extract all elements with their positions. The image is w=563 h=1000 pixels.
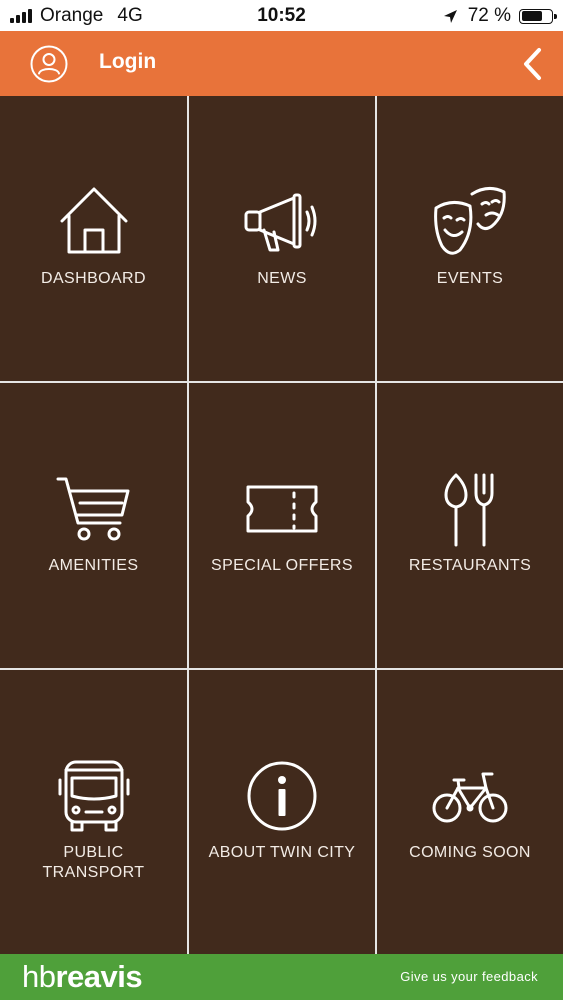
menu-label-coming-soon: COMING SOON <box>409 844 531 861</box>
status-left: Orange 4G <box>10 5 143 27</box>
chevron-left-icon <box>524 48 541 80</box>
menu-tile-about-twin-city[interactable]: ABOUT TWIN CITY <box>189 670 375 954</box>
menu-tile-amenities[interactable]: AMENITIES <box>0 383 187 668</box>
cutlery-icon <box>444 473 494 547</box>
network-type: 4G <box>117 5 143 26</box>
theater-masks-icon <box>434 187 506 255</box>
footer-bar: hbreavis Give us your feedback <box>0 954 563 1000</box>
logo-text-reavis: reavis <box>55 959 143 994</box>
hbreavis-logo: hbreavis <box>22 959 143 995</box>
carrier-name: Orange <box>40 5 104 26</box>
menu-label-restaurants: RESTAURANTS <box>408 557 532 574</box>
info-icon <box>247 761 317 831</box>
menu-tile-public-transport[interactable]: PUBLIC TRANSPORT <box>0 670 187 954</box>
menu-label-public-transport: PUBLIC TRANSPORT <box>42 844 145 881</box>
menu-tile-special-offers[interactable]: SPECIAL OFFERS <box>189 383 375 668</box>
battery-icon <box>519 8 557 24</box>
menu-label-special-offers: SPECIAL OFFERS <box>211 557 353 574</box>
back-button[interactable] <box>517 46 547 82</box>
menu-tile-dashboard[interactable]: DASHBOARD <box>0 96 187 381</box>
ticket-icon <box>246 485 318 533</box>
menu-tile-coming-soon[interactable]: COMING SOON <box>377 670 563 954</box>
user-icon <box>30 45 68 83</box>
logo-text-hb: hb <box>22 959 56 994</box>
menu-grid: DASHBOARD NEWS EVENTS AMENITIES SPECIAL … <box>0 96 563 954</box>
bicycle-icon <box>432 772 508 823</box>
user-avatar-button[interactable] <box>29 44 69 84</box>
menu-tile-events[interactable]: EVENTS <box>377 96 563 381</box>
status-bar: Orange 4G 10:52 72 % <box>0 0 563 31</box>
signal-strength-icon <box>10 9 32 23</box>
menu-label-dashboard: DASHBOARD <box>41 270 146 287</box>
feedback-link[interactable]: Give us your feedback <box>400 969 538 984</box>
menu-label-events: EVENTS <box>436 270 504 287</box>
menu-label-amenities: AMENITIES <box>48 557 139 574</box>
battery-percent: 72 % <box>467 5 511 26</box>
login-link[interactable]: Login <box>99 50 156 74</box>
house-icon <box>60 187 127 254</box>
bus-icon <box>58 760 129 832</box>
megaphone-icon <box>244 193 317 252</box>
app-header: Login <box>0 31 563 96</box>
location-arrow-icon <box>443 9 457 23</box>
menu-tile-news[interactable]: NEWS <box>189 96 375 381</box>
menu-label-about-twin-city: ABOUT TWIN CITY <box>208 844 356 861</box>
shopping-cart-icon <box>56 477 129 541</box>
status-right: 72 % <box>443 5 557 27</box>
menu-label-news: NEWS <box>257 270 307 287</box>
menu-tile-restaurants[interactable]: RESTAURANTS <box>377 383 563 668</box>
